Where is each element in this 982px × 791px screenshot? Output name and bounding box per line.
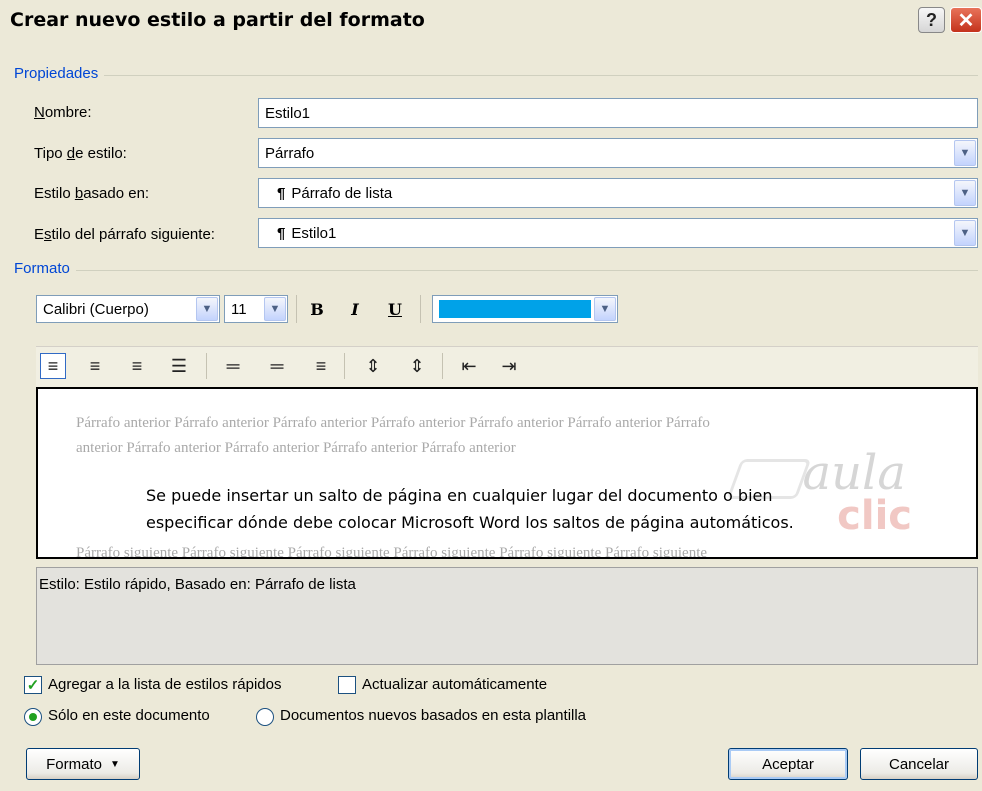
new-documents-radio[interactable] xyxy=(256,708,274,726)
style-preview: aula clic Párrafo anterior Párrafo anter… xyxy=(36,387,978,559)
new-documents-label: Documentos nuevos basados en esta planti… xyxy=(280,707,587,724)
name-label: Nombre: xyxy=(34,104,92,121)
sample-text-line-2: especificar dónde debe colocar Microsoft… xyxy=(146,513,794,532)
decrease-indent-icon[interactable]: ⇤ xyxy=(456,353,482,379)
paragraph-toolbar: ≡ ≡ ≡ ☰ ═ ═ ≡ ⇕ ⇕ ⇤ ⇥ xyxy=(36,346,978,387)
align-left-icon[interactable]: ≡ xyxy=(40,353,66,379)
font-size-value: 11 xyxy=(231,300,247,318)
increase-indent-icon[interactable]: ⇥ xyxy=(496,353,522,379)
space-before-icon[interactable]: ⇕ xyxy=(360,353,386,379)
chevron-down-icon[interactable]: ▼ xyxy=(954,220,976,246)
toolbar-separator xyxy=(442,353,443,379)
style-type-select[interactable]: Párrafo ▼ xyxy=(258,138,978,168)
help-button[interactable]: ? xyxy=(918,7,945,33)
italic-button[interactable]: I xyxy=(342,296,368,322)
add-quick-styles-checkbox[interactable]: ✓ xyxy=(24,676,42,694)
next-paragraph-line: Párrafo siguiente Párrafo siguiente Párr… xyxy=(76,545,708,559)
paragraph-icon: ¶ xyxy=(277,184,286,202)
add-quick-styles-label: Agregar a la lista de estilos rápidos xyxy=(48,676,282,693)
chevron-down-icon[interactable]: ▼ xyxy=(954,180,976,206)
format-divider xyxy=(16,270,978,271)
dropdown-arrow-icon: ▼ xyxy=(109,758,120,770)
sample-text-line-1: Se puede insertar un salto de página en … xyxy=(146,486,773,505)
font-name-select[interactable]: Calibri (Cuerpo) ▼ xyxy=(36,295,220,323)
properties-divider xyxy=(16,75,978,76)
style-description: Estilo: Estilo rápido, Basado en: Párraf… xyxy=(36,567,978,665)
line-spacing-icon[interactable]: ═ xyxy=(264,353,290,379)
font-color-select[interactable]: ▼ xyxy=(432,295,618,323)
chevron-down-icon[interactable]: ▼ xyxy=(264,297,286,321)
style-type-value: Párrafo xyxy=(265,144,315,162)
based-on-value: Párrafo de lista xyxy=(291,184,393,202)
only-this-document-radio[interactable] xyxy=(24,708,42,726)
align-center-icon[interactable]: ≡ xyxy=(82,353,108,379)
font-name-value: Calibri (Cuerpo) xyxy=(43,300,149,318)
watermark-logo-sub: clic xyxy=(837,493,912,539)
underline-button[interactable]: U xyxy=(382,296,408,322)
toolbar-separator xyxy=(344,353,345,379)
align-right-icon[interactable]: ≡ xyxy=(124,353,150,379)
color-swatch xyxy=(439,300,591,318)
toolbar-separator xyxy=(206,353,207,379)
based-on-select[interactable]: ¶ Párrafo de lista ▼ xyxy=(258,178,978,208)
only-this-document-label: Sólo en este documento xyxy=(48,707,210,724)
chevron-down-icon[interactable]: ▼ xyxy=(196,297,218,321)
single-spacing-icon[interactable]: ═ xyxy=(220,353,246,379)
chevron-down-icon[interactable]: ▼ xyxy=(594,297,616,321)
auto-update-label: Actualizar automáticamente xyxy=(362,676,548,693)
auto-update-checkbox[interactable] xyxy=(338,676,356,694)
name-label-text: ombre: xyxy=(44,104,92,121)
font-size-select[interactable]: 11 ▼ xyxy=(224,295,288,323)
style-type-label: Tipo de estilo: xyxy=(34,145,127,162)
format-button-label: Formato xyxy=(46,755,102,773)
radio-selected-dot xyxy=(29,713,37,721)
next-style-label: Estilo del párrafo siguiente: xyxy=(34,226,215,243)
name-input[interactable]: Estilo1 xyxy=(258,98,978,128)
ok-button[interactable]: Aceptar xyxy=(728,748,848,780)
next-style-select[interactable]: ¶ Estilo1 ▼ xyxy=(258,218,978,248)
justify-icon[interactable]: ☰ xyxy=(166,353,192,379)
paragraph-icon: ¶ xyxy=(277,224,286,242)
toolbar-separator xyxy=(296,295,297,323)
name-input-value: Estilo1 xyxy=(265,104,311,122)
format-menu-button[interactable]: Formato ▼ xyxy=(26,748,140,780)
next-style-value: Estilo1 xyxy=(291,224,337,242)
properties-group-label: Propiedades xyxy=(14,65,105,82)
bold-button[interactable]: B xyxy=(304,296,330,322)
close-button[interactable]: ✕ xyxy=(950,7,982,33)
title-bar: Crear nuevo estilo a partir del formato … xyxy=(0,0,982,38)
chevron-down-icon[interactable]: ▼ xyxy=(954,140,976,166)
cancel-button[interactable]: Cancelar xyxy=(860,748,978,780)
double-spacing-icon[interactable]: ≡ xyxy=(308,353,334,379)
dialog-title: Crear nuevo estilo a partir del formato xyxy=(10,9,425,31)
previous-paragraph-line-1: Párrafo anterior Párrafo anterior Párraf… xyxy=(76,415,710,431)
previous-paragraph-line-2: anterior Párrafo anterior Párrafo anteri… xyxy=(76,440,516,456)
toolbar-separator xyxy=(420,295,421,323)
based-on-label: Estilo basado en: xyxy=(34,185,150,202)
format-group-label: Formato xyxy=(14,260,76,277)
space-after-icon[interactable]: ⇕ xyxy=(404,353,430,379)
